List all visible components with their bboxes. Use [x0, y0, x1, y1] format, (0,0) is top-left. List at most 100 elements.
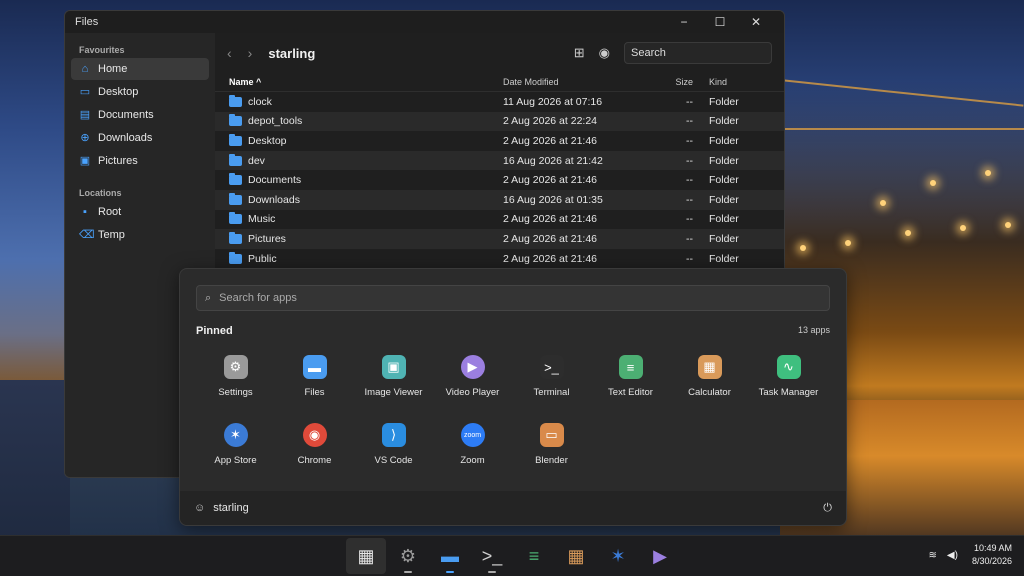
- power-icon[interactable]: ⏻: [823, 502, 832, 515]
- table-row[interactable]: Pictures 2 Aug 2026 at 21:46 -- Folder: [215, 229, 784, 249]
- sidebar-item-root[interactable]: ▪ Root: [71, 201, 209, 223]
- app-store-icon: ✶: [223, 423, 248, 447]
- sidebar-item-downloads[interactable]: ⊕ Downloads: [71, 127, 209, 149]
- app-label: Task Manager: [758, 387, 819, 398]
- bridge-light: [845, 240, 851, 246]
- cell-date: 2 Aug 2026 at 21:46: [503, 252, 598, 265]
- user-name: starling: [213, 502, 249, 514]
- sidebar-item-home[interactable]: ⌂ Home: [71, 58, 209, 80]
- table-row[interactable]: dev 16 Aug 2026 at 21:42 -- Folder: [215, 150, 784, 171]
- column-header: Name ^ Date Modified Size Kind: [215, 73, 784, 92]
- wifi-icon[interactable]: ≋: [929, 550, 937, 561]
- cell-name: Downloads: [215, 192, 491, 206]
- taskbar-item[interactable]: ▦: [556, 538, 596, 574]
- column-kind[interactable]: Kind: [701, 77, 727, 87]
- cell-size: --: [686, 95, 693, 108]
- column-name[interactable]: Name ^: [215, 77, 491, 87]
- window-title: Files: [75, 16, 99, 28]
- minimize-button[interactable]: −: [666, 15, 702, 29]
- app-tile[interactable]: ∿ Task Manager: [749, 353, 828, 407]
- app-tile[interactable]: zoom Zoom: [433, 421, 512, 475]
- new-folder-icon[interactable]: ⊞: [574, 45, 585, 61]
- sidebar-item-desktop[interactable]: ▭ Desktop: [71, 81, 209, 103]
- table-row[interactable]: Desktop 2 Aug 2026 at 21:46 -- Folder: [215, 131, 784, 151]
- taskbar-item[interactable]: ▦: [346, 538, 386, 574]
- desktop-icon: ▭: [79, 86, 91, 98]
- documents-icon: ▤: [79, 109, 91, 121]
- table-row[interactable]: depot_tools 2 Aug 2026 at 22:24 -- Folder: [215, 111, 784, 132]
- clock-date: 8/30/2026: [971, 556, 1012, 566]
- cell-kind: Folder: [709, 174, 739, 187]
- cell-size: --: [686, 213, 693, 226]
- terminal-icon: >_: [539, 355, 564, 379]
- column-date[interactable]: Date Modified: [491, 77, 629, 87]
- file-name: Documents: [248, 174, 302, 187]
- app-tile[interactable]: ⚙ Settings: [196, 353, 275, 407]
- pathbar: ‹ › starling ⊞ ◉ Search: [215, 33, 784, 73]
- table-row[interactable]: Public 2 Aug 2026 at 21:46 -- Folder: [215, 249, 784, 269]
- taskbar: ▦ ⚙ ▬ >_ ≡ ▦ ✶ ▶ ≋ ◀) 10:49 AM 8/30/2026: [0, 535, 1024, 576]
- forward-button[interactable]: ›: [248, 45, 253, 61]
- folder-icon: [229, 94, 242, 107]
- app-tile[interactable]: ▬ Files: [275, 353, 354, 407]
- app-tile[interactable]: ✶ App Store: [196, 421, 275, 475]
- clock[interactable]: 10:49 AM 8/30/2026: [972, 542, 1012, 568]
- app-search-input[interactable]: ⌕ Search for apps: [196, 285, 830, 311]
- sidebar-item-documents[interactable]: ▤ Documents: [71, 104, 209, 126]
- taskbar-item[interactable]: ≡: [514, 538, 554, 574]
- wallpaper-left-water: [0, 380, 70, 540]
- clock-time: 10:49 AM: [973, 543, 1012, 553]
- cell-name: Documents: [215, 173, 491, 187]
- running-indicator: [488, 571, 496, 573]
- vscode-icon: ⟩: [381, 423, 406, 447]
- view-hidden-icon[interactable]: ◉: [599, 45, 610, 61]
- app-tile[interactable]: ⟩ VS Code: [354, 421, 433, 475]
- user-icon: ☺: [194, 502, 206, 514]
- app-tile[interactable]: ≡ Text Editor: [591, 353, 670, 407]
- bridge-light: [930, 180, 936, 186]
- drive-icon: ▪: [83, 206, 87, 218]
- taskbar-item[interactable]: ✶: [598, 538, 638, 574]
- user-button[interactable]: ☺ starling: [194, 502, 823, 514]
- bridge-light: [905, 230, 911, 236]
- table-row[interactable]: clock 11 Aug 2026 at 07:16 -- Folder: [215, 92, 784, 112]
- taskbar-item[interactable]: ▶: [640, 538, 680, 574]
- cell-size: --: [686, 115, 693, 128]
- sidebar-item-temp[interactable]: ⌫ Temp: [71, 224, 209, 246]
- app-tile[interactable]: ▣ Image Viewer: [354, 353, 433, 407]
- pinned-count: 13 apps: [797, 325, 830, 335]
- sidebar-item-label: Documents: [98, 109, 154, 121]
- app-tile[interactable]: ▭ Blender: [512, 421, 591, 475]
- search-input[interactable]: Search: [624, 42, 772, 64]
- system-tray: ≋ ◀) 10:49 AM 8/30/2026: [929, 542, 1012, 568]
- path-title: starling: [268, 45, 316, 61]
- cell-kind: Folder: [709, 193, 739, 206]
- app-tile[interactable]: ◉ Chrome: [275, 421, 354, 475]
- close-button[interactable]: ✕: [738, 15, 774, 29]
- folder-icon: [229, 251, 242, 264]
- app-label: Blender: [535, 455, 568, 466]
- folder-icon: [229, 114, 242, 127]
- cell-name: Desktop: [215, 133, 491, 147]
- cell-name: clock: [215, 94, 491, 108]
- column-size[interactable]: Size: [629, 77, 701, 87]
- pinned-title: Pinned: [196, 325, 233, 337]
- taskbar-item[interactable]: ⚙: [388, 538, 428, 574]
- table-row[interactable]: Documents 2 Aug 2026 at 21:46 -- Folder: [215, 170, 784, 190]
- app-tile[interactable]: >_ Terminal: [512, 353, 591, 407]
- table-row[interactable]: Music 2 Aug 2026 at 21:46 -- Folder: [215, 210, 784, 230]
- sidebar-item-pictures[interactable]: ▣ Pictures: [71, 150, 209, 172]
- taskbar-item[interactable]: ▬: [430, 538, 470, 574]
- app-label: Chrome: [297, 455, 332, 466]
- bridge-light: [1005, 222, 1011, 228]
- taskbar-item[interactable]: >_: [472, 538, 512, 574]
- back-button[interactable]: ‹: [227, 45, 232, 61]
- volume-icon[interactable]: ◀): [947, 550, 958, 561]
- maximize-button[interactable]: ☐: [702, 15, 738, 29]
- table-row[interactable]: Downloads 16 Aug 2026 at 01:35 -- Folder: [215, 189, 784, 210]
- app-tile[interactable]: ▶ Video Player: [433, 353, 512, 407]
- cell-date: 2 Aug 2026 at 22:24: [503, 115, 598, 128]
- app-tile[interactable]: ▦ Calculator: [670, 353, 749, 407]
- files-titlebar[interactable]: Files − ☐ ✕: [65, 11, 784, 33]
- app-label: Settings: [218, 387, 253, 398]
